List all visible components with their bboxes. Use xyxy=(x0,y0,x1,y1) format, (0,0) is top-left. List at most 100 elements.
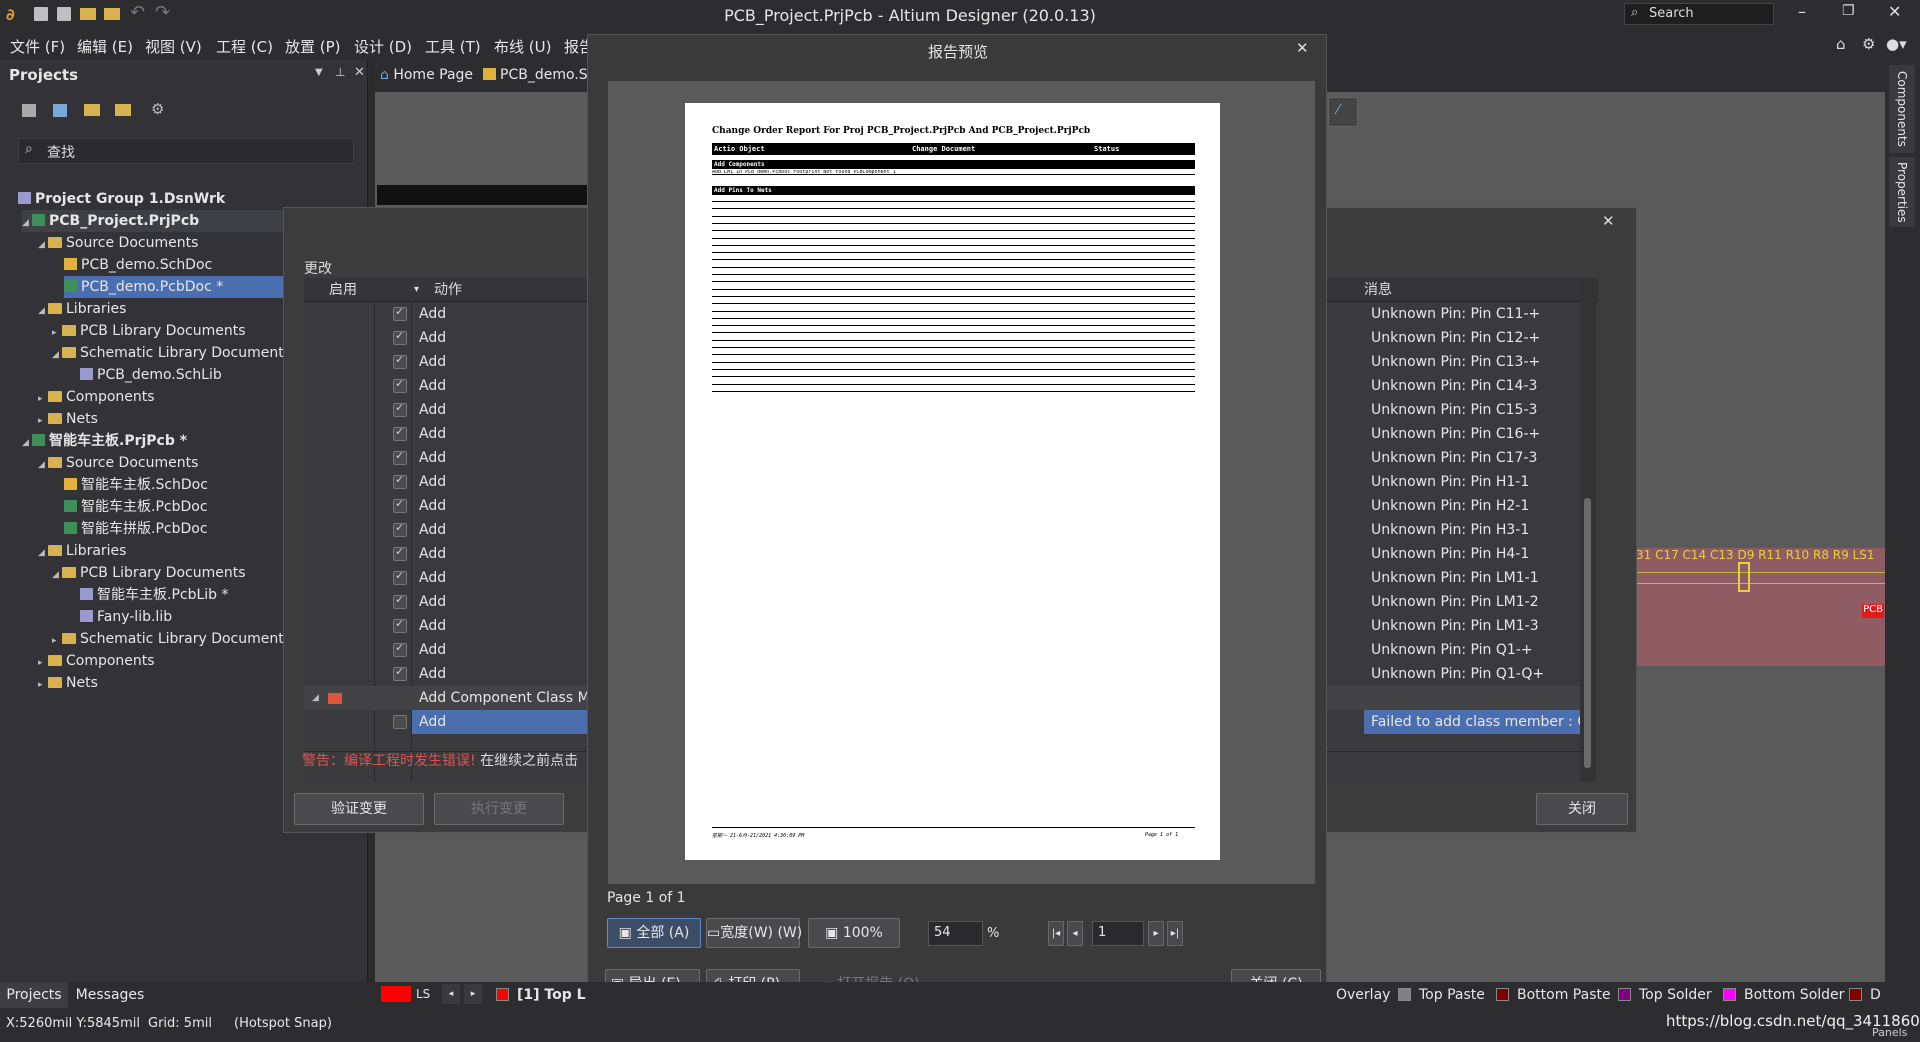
eco-close-button[interactable]: 关闭 xyxy=(1536,793,1628,825)
zoom-100-button[interactable]: ▣ 100% xyxy=(808,918,900,948)
tree-fany-lib[interactable]: Fany-lib.lib xyxy=(80,606,172,628)
layer-top-solder[interactable]: Top Solder xyxy=(1618,987,1712,1003)
close-dialog-icon[interactable]: ✕ xyxy=(1602,212,1615,230)
tree-smartcar-project[interactable]: ◢ 智能车主板.PrjPcb * xyxy=(22,430,187,452)
sort-icon[interactable]: ▾ xyxy=(414,278,419,302)
grid-scrollbar[interactable] xyxy=(1580,278,1596,782)
collapse-icon[interactable]: ◢ xyxy=(38,300,48,322)
tree-pcb-library-documents[interactable]: ▸ PCB Library Documents xyxy=(52,320,246,342)
action-cell[interactable]: Add xyxy=(419,350,446,374)
expand-icon[interactable]: ▸ xyxy=(38,410,48,432)
restore-icon[interactable]: ❐ xyxy=(1842,3,1855,19)
tab-pcb-demo-sch[interactable]: PCB_demo.Sc xyxy=(483,67,595,83)
layer-scroll-left-icon[interactable]: ◂ xyxy=(442,984,460,1004)
enable-checkbox[interactable]: ✓ xyxy=(393,665,407,681)
panels-button[interactable]: Panels xyxy=(1872,1026,1907,1039)
last-page-button[interactable]: ▸| xyxy=(1167,921,1183,946)
settings-gear-icon[interactable]: ⚙ xyxy=(151,100,164,118)
expand-icon[interactable]: ▸ xyxy=(38,652,48,674)
menu-place[interactable]: 放置 (P) xyxy=(285,36,341,57)
collapse-icon[interactable]: ◢ xyxy=(52,564,62,586)
layer-top-paste[interactable]: Top Paste xyxy=(1398,987,1485,1003)
expand-icon[interactable]: ▸ xyxy=(52,630,62,652)
tab-home-page[interactable]: ⌂ Home Page xyxy=(380,67,473,83)
compile-icon[interactable] xyxy=(53,104,67,117)
edit-tool-icon[interactable]: ⁄ xyxy=(1328,97,1358,127)
layer-top[interactable]: [1] Top L xyxy=(496,987,586,1003)
action-cell[interactable]: Add xyxy=(419,422,446,446)
tree-project-group[interactable]: Project Group 1.DsnWrk xyxy=(18,188,225,210)
action-cell[interactable]: Add xyxy=(419,494,446,518)
tree-nets[interactable]: ▸ Nets xyxy=(38,408,98,430)
collapse-icon[interactable]: ◢ xyxy=(38,234,48,256)
close-window-icon[interactable]: ✕ xyxy=(1888,2,1901,21)
collapse-icon[interactable]: ◢ xyxy=(22,432,32,454)
scrollbar-thumb[interactable] xyxy=(1584,498,1591,768)
tree-source-documents-2[interactable]: ◢ Source Documents xyxy=(38,452,198,474)
action-cell[interactable]: Add xyxy=(419,302,446,326)
fit-all-button[interactable]: ▣ 全部 (A) xyxy=(607,918,701,948)
open-folder-icon[interactable] xyxy=(84,104,100,116)
action-cell[interactable]: Add xyxy=(419,470,446,494)
tree-smartcar-pcblib[interactable]: 智能车主板.PcbLib * xyxy=(80,584,229,606)
layer-drill[interactable]: D xyxy=(1849,987,1881,1003)
menu-edit[interactable]: 编辑 (E) xyxy=(77,36,133,57)
enable-checkbox[interactable]: ✓ xyxy=(393,329,407,345)
minimize-icon[interactable]: – xyxy=(1798,2,1806,21)
tree-nets-2[interactable]: ▸ Nets xyxy=(38,672,98,694)
collapse-icon[interactable]: ◢ xyxy=(38,542,48,564)
tree-pcb-library-documents-2[interactable]: ◢ PCB Library Documents xyxy=(52,562,246,584)
enable-checkbox[interactable]: ✓ xyxy=(393,425,407,441)
validate-changes-button[interactable]: 验证变更 xyxy=(294,793,424,825)
collapse-icon[interactable]: ◢ xyxy=(312,686,319,710)
action-cell[interactable]: Add xyxy=(419,566,446,590)
tree-libraries-2[interactable]: ◢ Libraries xyxy=(38,540,126,562)
menu-project[interactable]: 工程 (C) xyxy=(216,36,273,57)
enable-checkbox[interactable]: ✓ xyxy=(393,641,407,657)
enable-checkbox[interactable]: ✓ xyxy=(393,617,407,633)
tree-smartcar-panel-pcbdoc[interactable]: 智能车拼版.PcbDoc xyxy=(64,518,208,540)
enable-checkbox[interactable]: ✓ xyxy=(393,497,407,513)
layer-color-swatch[interactable] xyxy=(381,986,411,1002)
enable-checkbox[interactable] xyxy=(393,715,407,729)
collapse-icon[interactable]: ◢ xyxy=(52,344,62,366)
tree-schematic-library-documents[interactable]: ◢ Schematic Library Documents xyxy=(52,342,291,364)
tab-components[interactable]: Components xyxy=(1889,65,1915,153)
tree-pcb-demo-schdoc[interactable]: PCB_demo.SchDoc xyxy=(64,254,212,276)
enable-checkbox[interactable]: ✓ xyxy=(393,521,407,537)
gear-icon[interactable]: ⚙ xyxy=(1862,35,1875,53)
enable-checkbox[interactable]: ✓ xyxy=(393,569,407,585)
expand-icon[interactable]: ▸ xyxy=(38,388,48,410)
first-page-button[interactable]: |◂ xyxy=(1048,921,1064,946)
selected-action-cell[interactable]: Add xyxy=(412,710,612,734)
close-dialog-icon[interactable]: ✕ xyxy=(1296,39,1309,57)
action-cell[interactable]: Add xyxy=(419,590,446,614)
col-enable[interactable]: 启用 xyxy=(329,278,357,302)
next-page-button[interactable]: ▸ xyxy=(1148,921,1164,946)
expand-icon[interactable]: ▸ xyxy=(38,674,48,696)
menu-route[interactable]: 布线 (U) xyxy=(494,36,551,57)
tree-libraries[interactable]: ◢ Libraries xyxy=(38,298,126,320)
fit-width-button[interactable]: ▭宽度(W) (W) xyxy=(706,918,802,948)
tree-schematic-library-documents-2[interactable]: ▸ Schematic Library Documents xyxy=(52,628,291,650)
col-action[interactable]: 动作 xyxy=(434,278,462,302)
collapse-icon[interactable]: ◢ xyxy=(38,454,48,476)
tab-properties[interactable]: Properties xyxy=(1889,157,1915,227)
save-project-icon[interactable] xyxy=(22,104,36,117)
tab-messages[interactable]: Messages xyxy=(70,982,150,1008)
enable-checkbox[interactable]: ✓ xyxy=(393,401,407,417)
collapse-icon[interactable]: ◢ xyxy=(22,212,32,234)
enable-checkbox[interactable]: ✓ xyxy=(393,545,407,561)
enable-checkbox[interactable]: ✓ xyxy=(393,353,407,369)
project-options-icon[interactable] xyxy=(115,104,131,116)
tree-pcb-demo-schlib[interactable]: PCB_demo.SchLib xyxy=(80,364,222,386)
zoom-input[interactable]: 54 xyxy=(928,921,983,946)
action-cell[interactable]: Add xyxy=(419,374,446,398)
tree-components-2[interactable]: ▸ Components xyxy=(38,650,155,672)
layer-overlay[interactable]: Overlay xyxy=(1336,987,1390,1003)
menu-view[interactable]: 视图 (V) xyxy=(145,36,202,57)
action-cell[interactable]: Add xyxy=(419,614,446,638)
action-cell[interactable]: Add xyxy=(419,638,446,662)
enable-checkbox[interactable]: ✓ xyxy=(393,473,407,489)
close-panel-icon[interactable]: ✕ xyxy=(354,65,365,80)
